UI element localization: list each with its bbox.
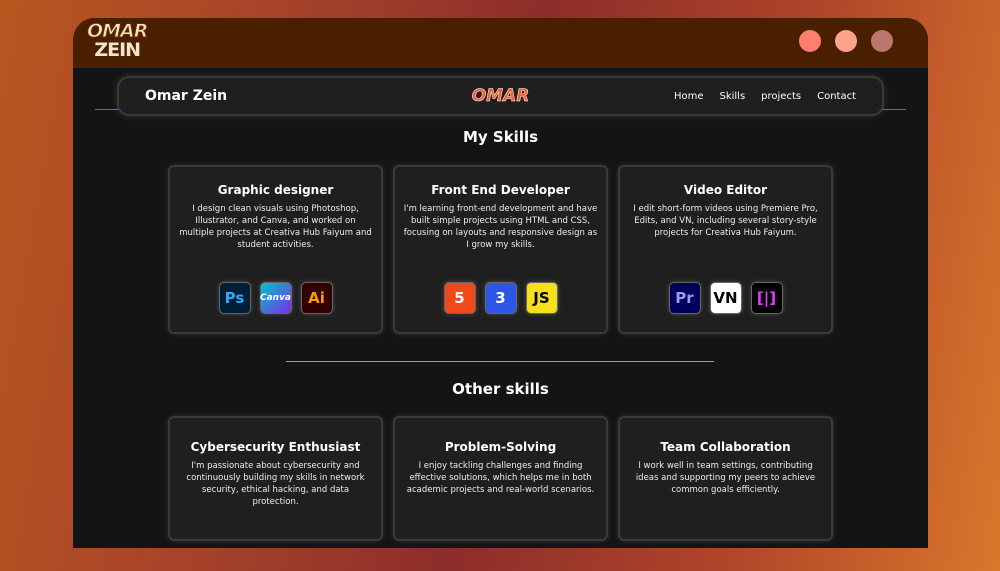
card-text: I work well in team settings, contributi… <box>635 461 816 495</box>
window-dot-3[interactable] <box>871 30 893 52</box>
card-title: Front End Developer <box>431 183 570 197</box>
browser-window: OMAR ZEIN Omar Zein OMAR Home Skills proj… <box>73 18 928 548</box>
html5-icon: 5 <box>443 282 476 314</box>
edits-icon: [|] <box>750 282 783 314</box>
canva-icon: Canva <box>259 282 292 314</box>
section-divider <box>286 361 714 362</box>
card-text: I design clean visuals using Photoshop, … <box>179 204 372 250</box>
javascript-icon: JS <box>525 282 558 314</box>
skill-card: Cybersecurity Enthusiast I'm passionate a… <box>168 416 383 541</box>
nav-logo[interactable]: OMAR <box>471 86 529 107</box>
nav-link-home[interactable]: Home <box>674 91 704 102</box>
card-title: Team Collaboration <box>660 440 791 454</box>
card-title: Video Editor <box>683 183 768 197</box>
premiere-icon: Pr <box>668 282 701 314</box>
skill-card: Problem-Solving I enjoy tackling challeng… <box>393 416 608 541</box>
skill-card: Graphic designer I design clean visuals u… <box>168 165 383 334</box>
vn-icon: VN <box>709 282 742 314</box>
navbar: Omar Zein OMAR Home Skills projects Cont… <box>117 76 884 116</box>
css3-icon: 3 <box>484 282 517 314</box>
skill-card: Front End Developer I'm learning front-en… <box>393 165 608 334</box>
card-title: Cybersecurity Enthusiast <box>190 440 361 454</box>
my-skills-heading: My Skills <box>462 128 539 146</box>
skill-card: Team Collaboration I work well in team se… <box>618 416 833 541</box>
window-dot-2[interactable] <box>835 30 857 52</box>
skill-card: Video Editor I edit short-form videos usi… <box>618 165 833 334</box>
window-dot-1[interactable] <box>799 30 821 52</box>
card-text: I enjoy tackling challenges and finding … <box>406 461 595 495</box>
page-content: Omar Zein OMAR Home Skills projects Cont… <box>73 68 928 548</box>
card-title: Problem-Solving <box>444 440 557 454</box>
photoshop-icon: Ps <box>218 282 251 314</box>
nav-link-contact[interactable]: Contact <box>817 91 856 102</box>
omar-zein-logo: OMAR ZEIN <box>86 20 148 61</box>
nav-link-skills[interactable]: Skills <box>719 91 745 102</box>
illustrator-icon: Ai <box>300 282 333 314</box>
title-bar: OMAR ZEIN <box>73 18 928 68</box>
nav-link-projects[interactable]: projects <box>761 91 801 102</box>
card-title: Graphic designer <box>217 183 334 197</box>
card-text: I'm passionate about cybersecurity and c… <box>186 461 365 507</box>
brand-name[interactable]: Omar Zein <box>145 88 227 104</box>
skills-grid: Graphic designer I design clean visuals u… <box>168 165 833 334</box>
card-text: I'm learning front-end development and h… <box>403 204 598 250</box>
other-skills-heading: Other skills <box>452 380 549 398</box>
other-skills-grid: Cybersecurity Enthusiast I'm passionate a… <box>168 416 833 541</box>
card-text: I edit short-form videos using Premiere … <box>633 204 818 238</box>
